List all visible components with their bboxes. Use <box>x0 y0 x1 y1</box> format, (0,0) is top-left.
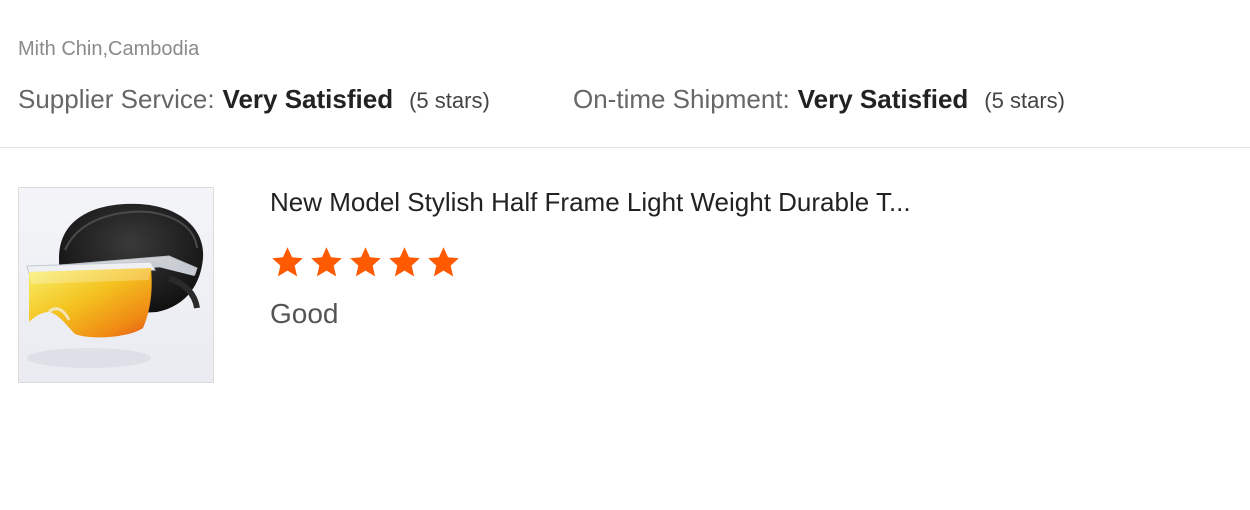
star-icon <box>270 245 305 280</box>
star-icon <box>348 245 383 280</box>
review-header: Mith Chin,Cambodia Supplier Service: Ver… <box>0 0 1250 148</box>
review-text: Good <box>270 298 339 329</box>
star-icon <box>309 245 344 280</box>
on-time-shipment-value: Very Satisfied <box>797 84 969 114</box>
product-star-rating <box>270 245 465 283</box>
product-thumbnail[interactable] <box>18 187 214 383</box>
on-time-shipment-label: On-time Shipment: <box>573 84 790 114</box>
product-title[interactable]: New Model Stylish Half Frame Light Weigh… <box>270 187 911 218</box>
supplier-service-count: (5 stars) <box>409 88 490 113</box>
supplier-service-value: Very Satisfied <box>222 84 394 114</box>
supplier-service-label: Supplier Service: <box>18 84 215 114</box>
reviewer-location: Mith Chin,Cambodia <box>18 38 200 60</box>
sunglasses-icon <box>26 203 204 368</box>
supplier-service-rating: Supplier Service: Very Satisfied (5 star… <box>18 84 490 115</box>
on-time-shipment-count: (5 stars) <box>984 88 1065 113</box>
star-icon <box>387 245 422 280</box>
on-time-shipment-rating: On-time Shipment: Very Satisfied (5 star… <box>573 84 1065 115</box>
star-icon <box>426 245 461 280</box>
